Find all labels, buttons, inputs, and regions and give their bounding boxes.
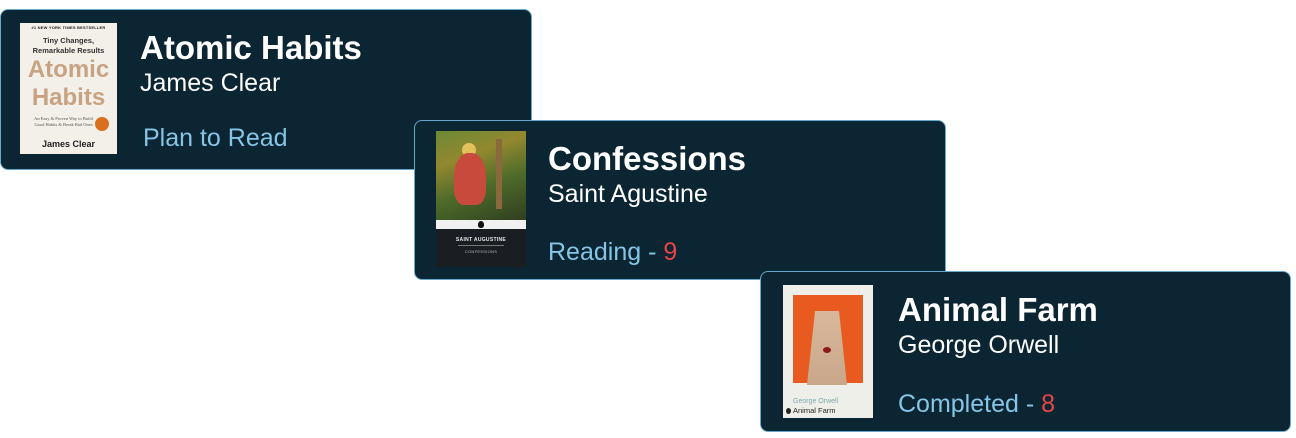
book-title: Confessions bbox=[548, 140, 747, 177]
book-info: Confessions Saint Agustine bbox=[548, 139, 925, 209]
painting-tree bbox=[496, 139, 502, 209]
book-status-line: Completed - 8 bbox=[898, 389, 1055, 419]
book-cover-image: George Orwell Animal Farm bbox=[783, 285, 873, 418]
cover-title: Animal Farm bbox=[793, 406, 836, 415]
cover-title: CONFESSIONS bbox=[464, 249, 498, 254]
penguin-logo-icon bbox=[786, 408, 791, 414]
cover-title-line-2: Habits bbox=[31, 84, 106, 111]
animal-farm-cover-art: George Orwell Animal Farm bbox=[783, 285, 873, 418]
book-author: George Orwell bbox=[898, 331, 1060, 359]
status-separator: - bbox=[641, 238, 664, 266]
book-rating: 8 bbox=[1041, 390, 1056, 418]
book-cover-image: SAINT AUGUSTINE CONFESSIONS bbox=[436, 131, 526, 267]
atomic-habits-cover-art: #1 NEW YORK TIMES BESTSELLER Tiny Change… bbox=[20, 23, 117, 154]
book-status: Completed bbox=[898, 390, 1019, 418]
book-card-animal-farm[interactable]: George Orwell Animal Farm Animal Farm Ge… bbox=[760, 271, 1291, 432]
book-status-line: Plan to Read bbox=[143, 123, 288, 153]
cover-author: George Orwell bbox=[793, 398, 839, 405]
cover-kicker: #1 NEW YORK TIMES BESTSELLER bbox=[31, 25, 106, 30]
book-title: Atomic Habits bbox=[140, 29, 362, 66]
book-status: Plan to Read bbox=[143, 124, 288, 152]
status-separator: - bbox=[1018, 390, 1042, 418]
cover-blurb: An Easy & Proven Way to Build Good Habit… bbox=[34, 116, 93, 127]
book-info: Atomic Habits James Clear bbox=[140, 28, 511, 98]
cover-subtitle-line-1: Tiny Changes, bbox=[42, 36, 95, 45]
book-info: Animal Farm George Orwell bbox=[898, 290, 1270, 360]
book-status: Reading bbox=[548, 238, 642, 266]
cover-subtitle-line-2: Remarkable Results bbox=[32, 46, 105, 55]
book-title: Animal Farm bbox=[898, 291, 1098, 328]
cover-subtitle: Tiny Changes, Remarkable Results bbox=[20, 36, 117, 56]
painting-spot bbox=[823, 347, 831, 353]
book-author: James Clear bbox=[140, 69, 281, 97]
confessions-cover-art: SAINT AUGUSTINE CONFESSIONS bbox=[436, 131, 526, 267]
book-status-line: Reading - 9 bbox=[548, 237, 677, 267]
award-badge-icon bbox=[95, 117, 109, 131]
book-cover-image: #1 NEW YORK TIMES BESTSELLER Tiny Change… bbox=[20, 23, 117, 154]
cover-divider bbox=[458, 245, 504, 246]
book-author: Saint Agustine bbox=[548, 180, 708, 208]
cover-author: James Clear bbox=[41, 139, 96, 149]
book-card-confessions[interactable]: SAINT AUGUSTINE CONFESSIONS Confessions … bbox=[414, 120, 946, 280]
book-rating: 9 bbox=[663, 238, 678, 266]
penguin-logo-icon bbox=[478, 221, 484, 228]
painting-figure bbox=[454, 153, 486, 205]
book-list: #1 NEW YORK TIMES BESTSELLER Tiny Change… bbox=[0, 0, 1296, 438]
cover-title-line-1: Atomic bbox=[27, 56, 110, 83]
cover-author: SAINT AUGUSTINE bbox=[455, 237, 507, 243]
